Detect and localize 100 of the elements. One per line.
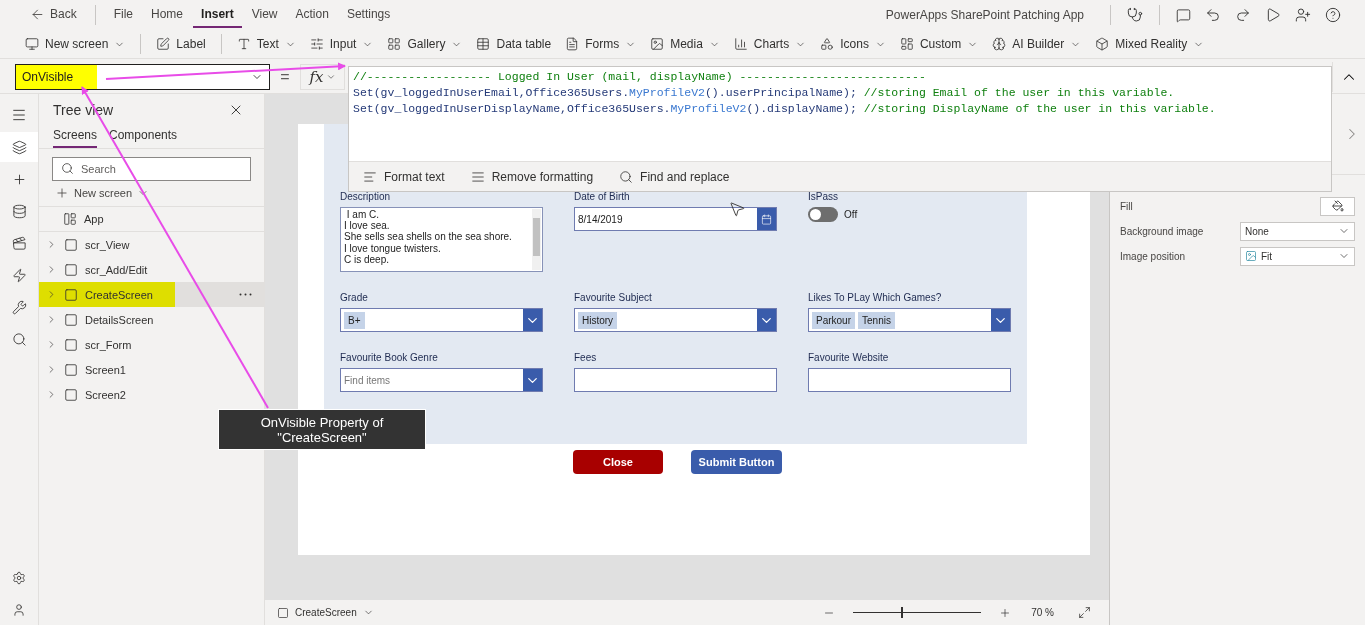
format-lines-icon xyxy=(363,169,377,184)
slider-thumb[interactable] xyxy=(900,607,903,618)
text-line: C is deep. xyxy=(344,253,390,265)
ribbon-button[interactable]: AI Builder xyxy=(985,32,1089,56)
tree-item[interactable]: CreateScreen xyxy=(39,282,264,307)
ribbon-button[interactable]: Custom xyxy=(892,32,986,56)
combo-box[interactable]: B+ xyxy=(340,308,543,332)
screen-icon xyxy=(277,606,289,619)
property-select[interactable]: Fit xyxy=(1240,246,1355,266)
tree-item[interactable]: scr_Form xyxy=(39,332,264,357)
tree-item[interactable]: DetailsScreen xyxy=(39,307,264,332)
tree-item[interactable]: scr_View xyxy=(39,232,264,257)
layers-icon xyxy=(11,139,27,155)
ribbon-button[interactable]: Text xyxy=(229,32,303,56)
combo-box[interactable]: Find items xyxy=(340,368,543,392)
redo-icon xyxy=(1235,7,1251,23)
toggle-switch[interactable] xyxy=(808,207,838,222)
menu-tab[interactable]: Home xyxy=(143,2,192,28)
screen-icon xyxy=(64,287,78,302)
search-field[interactable]: Search xyxy=(52,157,251,181)
menu-tab[interactable]: Insert xyxy=(193,2,242,28)
ribbon-button[interactable]: New screen xyxy=(18,32,133,56)
grid-icon xyxy=(63,212,77,226)
ribbon-button[interactable]: Data table xyxy=(469,32,559,56)
panel-tab[interactable]: Components xyxy=(109,128,178,148)
field-label: Fees xyxy=(574,352,598,364)
property-select[interactable]: None xyxy=(1240,221,1355,241)
editor-tool-button[interactable]: Format text xyxy=(361,169,447,184)
color-picker[interactable] xyxy=(1320,196,1355,216)
input-field[interactable] xyxy=(574,368,777,392)
code-line: Set(gv_loggedInUserDisplayName,Office365Users.MyProfileV2().displayName); //storing DisplayName of the user in this variable. xyxy=(353,101,1217,117)
tree-item[interactable]: App xyxy=(39,207,264,232)
ribbon-button[interactable]: Mixed Reality xyxy=(1088,32,1212,56)
zoom-reading: 70 % xyxy=(1031,607,1054,618)
flow-icon xyxy=(11,267,27,283)
text-icon xyxy=(236,37,251,51)
field-label: Favourite Book Genre xyxy=(340,352,439,364)
menu-tab[interactable]: View xyxy=(243,2,286,28)
description-field[interactable]: I am C. I love sea. She sells sea shells on the sea shore. I love tongue twisters. C is deep. xyxy=(340,207,543,272)
toggle-state: Off xyxy=(844,209,858,220)
editor-tool-button[interactable]: Remove formatting xyxy=(468,169,596,184)
dropdown-button[interactable] xyxy=(523,309,542,331)
dropdown-button[interactable] xyxy=(757,309,776,331)
property-dropdown[interactable]: OnVisible xyxy=(15,64,270,90)
combo-box[interactable]: Parkour Tennis xyxy=(808,308,1011,332)
cube-icon xyxy=(1095,37,1110,51)
form-button[interactable]: Close xyxy=(573,450,663,474)
lines-icon xyxy=(470,169,485,184)
new-screen-button[interactable]: New screen xyxy=(55,184,150,202)
back-button[interactable]: Back xyxy=(22,2,85,28)
fx-button[interactable]: fx xyxy=(300,64,345,90)
ribbon-button[interactable]: Forms xyxy=(558,32,644,56)
dropdown-button[interactable] xyxy=(523,369,542,391)
tools-icon xyxy=(11,299,27,315)
comment-icon xyxy=(1176,7,1191,23)
menu-tab[interactable]: File xyxy=(105,2,142,28)
editor-tool-button[interactable]: Find and replace xyxy=(617,169,732,184)
tree-item[interactable]: Screen2 xyxy=(39,382,264,407)
combo-box[interactable]: History xyxy=(574,308,777,332)
plus-icon xyxy=(999,606,1012,619)
code-line: //------------------ Logged In User (mail, displayName) --------------------------- xyxy=(353,69,927,85)
tree-item[interactable]: Screen1 xyxy=(39,357,264,382)
grid-icon xyxy=(387,37,402,51)
input-field[interactable] xyxy=(808,368,1011,392)
app-title: PowerApps SharePoint Patching App xyxy=(885,8,1084,22)
settings-icon xyxy=(12,571,26,585)
chip: B+ xyxy=(344,311,365,329)
rail-button[interactable] xyxy=(0,132,38,162)
ribbon-button[interactable]: Label xyxy=(149,32,213,56)
panel-tab[interactable]: Screens xyxy=(53,128,98,148)
media-icon xyxy=(11,235,27,251)
scrollbar[interactable] xyxy=(532,209,541,270)
chip: Tennis xyxy=(858,311,895,329)
menu-tab[interactable]: Settings xyxy=(338,2,399,28)
ribbon-button[interactable]: Media xyxy=(643,32,727,56)
property-label: Background image xyxy=(1120,225,1204,237)
field-label: Description xyxy=(340,191,392,203)
menu-tab[interactable]: Action xyxy=(287,2,337,28)
paint-bucket-icon xyxy=(1331,200,1344,212)
ribbon-button[interactable]: Charts xyxy=(726,32,814,56)
form-button[interactable]: Submit Button xyxy=(691,450,782,474)
dropdown-button[interactable] xyxy=(991,309,1010,331)
ribbon-button[interactable]: Gallery xyxy=(380,32,470,56)
search-icon xyxy=(11,331,27,347)
ribbon-button[interactable]: Icons xyxy=(813,32,893,56)
formula-editor[interactable] xyxy=(348,66,1332,192)
date-picker[interactable]: 8/14/2019 xyxy=(574,207,777,231)
ribbon-button[interactable]: Input xyxy=(302,32,381,56)
text-line: I am C. xyxy=(345,209,380,221)
plus-icon xyxy=(55,186,69,200)
search-icon xyxy=(61,162,74,175)
field-label: Favourite Subject xyxy=(574,292,653,304)
document-icon xyxy=(565,37,580,51)
screen-icon xyxy=(64,387,78,402)
tree-item[interactable]: scr_Add/Edit xyxy=(39,257,264,282)
more-icon xyxy=(239,293,252,296)
calendar-button[interactable] xyxy=(757,208,776,230)
back-arrow-icon xyxy=(30,6,45,22)
screen-selector[interactable]: CreateScreen xyxy=(277,606,374,619)
user-icon xyxy=(12,603,26,617)
